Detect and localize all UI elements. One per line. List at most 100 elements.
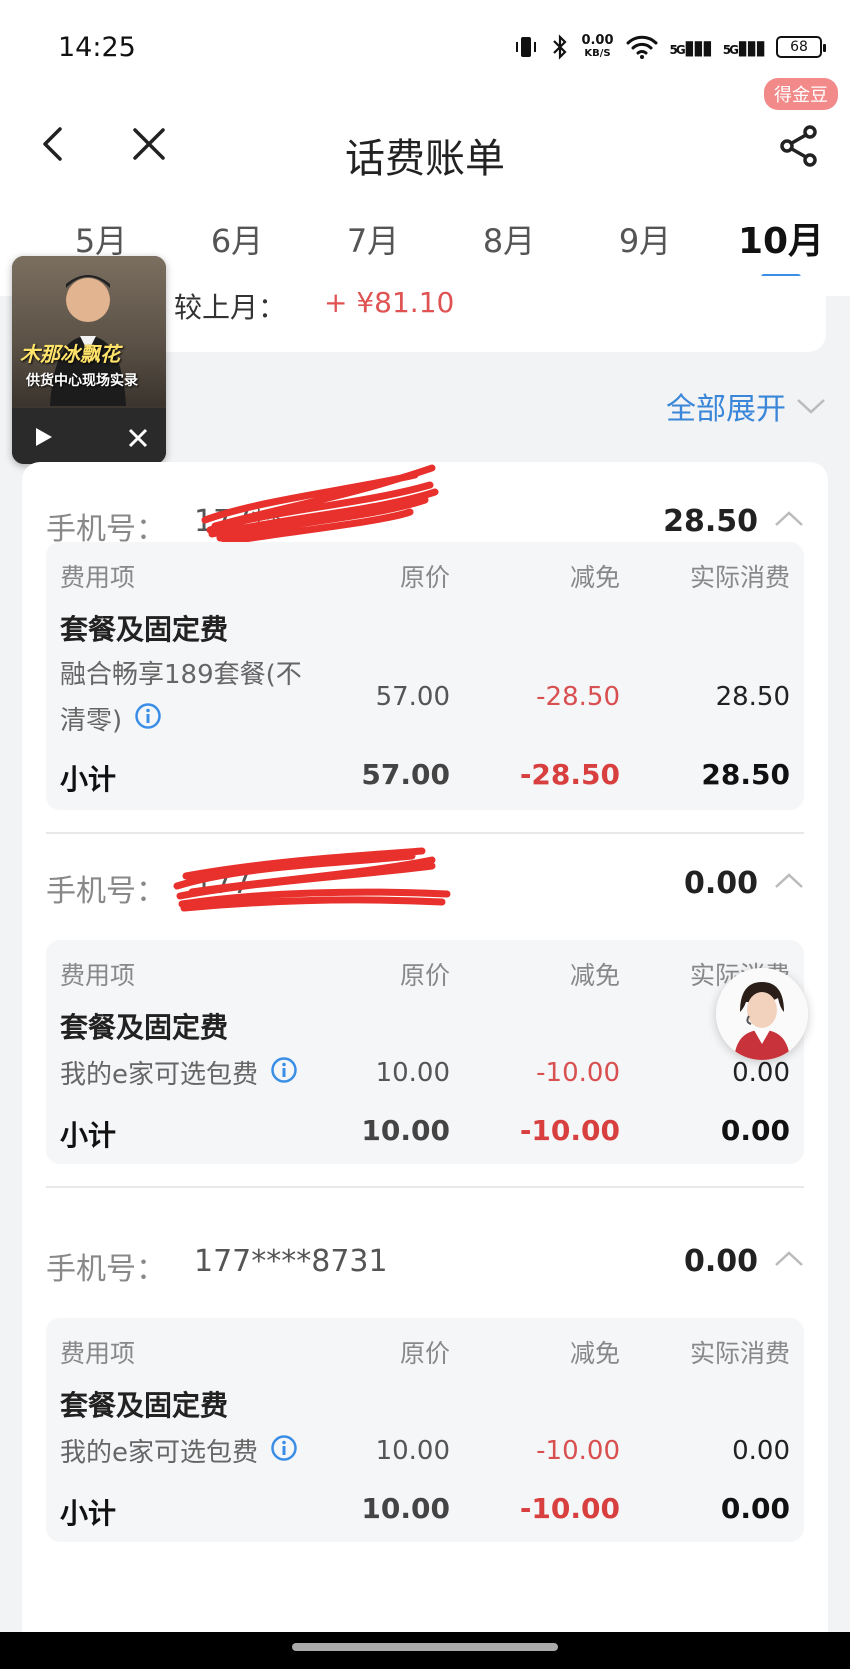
header-fee-item: 费用项 bbox=[60, 1339, 136, 1368]
customer-service-button[interactable] bbox=[716, 968, 808, 1060]
subtotal-discount: -28.50 bbox=[519, 758, 620, 791]
table-header-row: 费用项 原价 减免 实际消费 bbox=[60, 558, 790, 592]
header-discount: 减免 bbox=[569, 563, 620, 592]
subtotal-actual: 0.00 bbox=[720, 1114, 790, 1147]
phone-label: 手机号： bbox=[46, 874, 166, 909]
expand-all-label: 全部展开 bbox=[666, 392, 786, 427]
header-fee-item: 费用项 bbox=[60, 961, 136, 990]
video-caption-main: 木那冰飘花 bbox=[20, 342, 120, 366]
phone-total: 0.00 bbox=[683, 1244, 758, 1279]
subtotal-original: 10.00 bbox=[361, 1492, 450, 1525]
subtotal-discount: -10.00 bbox=[519, 1114, 620, 1147]
table-row: 融合畅享189套餐(不 清零) 57.00 -28.50 28.50 bbox=[60, 652, 790, 748]
bluetooth-icon bbox=[553, 34, 568, 60]
subtotal-original: 10.00 bbox=[361, 1114, 450, 1147]
header-discount: 减免 bbox=[569, 961, 620, 990]
phone-total: 0.00 bbox=[683, 866, 758, 901]
phone-label: 手机号： bbox=[46, 1252, 166, 1287]
fee-detail-table: 费用项 原价 减免 实际消费 套餐及固定费 我的e家可选包费 10.00 -10… bbox=[46, 940, 804, 1164]
info-icon[interactable] bbox=[270, 1431, 298, 1477]
fee-item-name: 我的e家可选包费 bbox=[60, 1052, 298, 1099]
header-original-price: 原价 bbox=[399, 961, 450, 990]
section-title: 套餐及固定费 bbox=[60, 1389, 229, 1422]
header-actual: 实际消费 bbox=[689, 1339, 790, 1368]
original-price: 10.00 bbox=[375, 1058, 450, 1088]
chevron-up-icon bbox=[775, 511, 803, 526]
subtotal-discount: -10.00 bbox=[519, 1492, 620, 1525]
divider bbox=[46, 1186, 804, 1188]
chevron-up-icon bbox=[775, 873, 803, 888]
tab-october[interactable]: 10月 bbox=[726, 212, 836, 264]
phone-total: 28.50 bbox=[663, 504, 758, 539]
status-bar: 14:25 0.00 KB/S 5G▮▮▮ 5G▮▮▮ 68 bbox=[0, 0, 850, 96]
share-icon bbox=[780, 125, 817, 167]
net-speed: 0.00 KB/S bbox=[581, 33, 614, 59]
signal-bars-icon: ▮▮▮ bbox=[736, 35, 766, 59]
subtotal-row: 小计 57.00 -28.50 28.50 bbox=[60, 758, 790, 798]
header-fee-item: 费用项 bbox=[60, 563, 136, 592]
original-price: 57.00 bbox=[375, 682, 450, 712]
actual-cost: 0.00 bbox=[732, 1058, 790, 1088]
chevron-up-icon bbox=[775, 1251, 803, 1266]
bill-card: 手机号： 177** 28.50 费用项 原价 减免 实际消费 套餐及固定费 融… bbox=[22, 462, 828, 1652]
fee-detail-table: 费用项 原价 减免 实际消费 套餐及固定费 融合畅享189套餐(不 清零) 57… bbox=[46, 542, 804, 810]
phone-number: 177****8731 bbox=[194, 1244, 388, 1279]
tab-august[interactable]: 8月 bbox=[454, 216, 564, 262]
vibrate-icon bbox=[516, 37, 537, 57]
share-button[interactable] bbox=[774, 118, 824, 174]
subtotal-label: 小计 bbox=[60, 1497, 117, 1530]
battery-icon: 68 bbox=[776, 36, 826, 58]
discount: -10.00 bbox=[536, 1058, 620, 1088]
tab-june[interactable]: 6月 bbox=[182, 216, 292, 262]
summary-value: + ¥81.10 bbox=[324, 286, 455, 319]
wifi-icon bbox=[626, 35, 658, 59]
status-time: 14:25 bbox=[58, 32, 136, 63]
subtotal-actual: 0.00 bbox=[720, 1492, 790, 1525]
table-row: 我的e家可选包费 10.00 -10.00 0.00 bbox=[60, 1052, 790, 1098]
floating-video[interactable]: 木那冰飘花 供货中心现场实录 bbox=[12, 256, 166, 464]
chevron-down-icon bbox=[797, 399, 825, 414]
home-indicator[interactable] bbox=[292, 1643, 558, 1651]
play-icon[interactable] bbox=[34, 426, 54, 448]
summary-label: 较上月： bbox=[174, 291, 287, 324]
subtotal-original: 57.00 bbox=[361, 758, 450, 791]
actual-cost: 0.00 bbox=[732, 1436, 790, 1466]
header-actual: 实际消费 bbox=[689, 563, 790, 592]
signal-bars-icon: ▮▮▮ bbox=[683, 35, 713, 59]
info-icon[interactable] bbox=[134, 699, 162, 745]
nav-bar: 话费账单 bbox=[0, 96, 850, 196]
status-icons: 0.00 KB/S 5G▮▮▮ 5G▮▮▮ 68 bbox=[513, 33, 826, 60]
gold-bean-badge[interactable]: 得金豆 bbox=[764, 78, 838, 110]
section-title: 套餐及固定费 bbox=[60, 1011, 229, 1044]
discount: -28.50 bbox=[536, 682, 620, 712]
subtotal-label: 小计 bbox=[60, 1119, 117, 1152]
agent-avatar bbox=[716, 968, 808, 1060]
subtotal-row: 小计 10.00 -10.00 0.00 bbox=[60, 1492, 790, 1532]
actual-cost: 28.50 bbox=[715, 682, 790, 712]
header-original-price: 原价 bbox=[399, 563, 450, 592]
fee-item-name: 我的e家可选包费 bbox=[60, 1430, 298, 1477]
redaction-scribble bbox=[201, 464, 439, 546]
tab-september[interactable]: 9月 bbox=[590, 216, 700, 262]
tab-july[interactable]: 7月 bbox=[318, 216, 428, 262]
header-discount: 减免 bbox=[569, 1339, 620, 1368]
original-price: 10.00 bbox=[375, 1436, 450, 1466]
expand-all-button[interactable]: 全部展开 bbox=[666, 384, 826, 428]
phone-row[interactable]: 手机号： 177****8731 0.00 bbox=[46, 1232, 804, 1292]
divider bbox=[46, 832, 804, 834]
subtotal-row: 小计 10.00 -10.00 0.00 bbox=[60, 1114, 790, 1154]
subtotal-actual: 28.50 bbox=[701, 758, 790, 791]
subtotal-label: 小计 bbox=[60, 763, 117, 796]
table-row: 我的e家可选包费 10.00 -10.00 0.00 bbox=[60, 1430, 790, 1476]
video-caption-sub: 供货中心现场实录 bbox=[26, 373, 138, 389]
unused bbox=[180, 470, 181, 471]
info-icon[interactable] bbox=[270, 1053, 298, 1099]
fee-detail-table: 费用项 原价 减免 实际消费 套餐及固定费 我的e家可选包费 10.00 -10… bbox=[46, 1318, 804, 1542]
fee-item-name: 融合畅享189套餐(不 清零) bbox=[60, 652, 302, 745]
table-header-row: 费用项 原价 减免 实际消费 bbox=[60, 1334, 790, 1368]
page-title: 话费账单 bbox=[345, 136, 505, 182]
signal-2: 5G▮▮▮ bbox=[722, 35, 766, 59]
section-title: 套餐及固定费 bbox=[60, 613, 229, 646]
close-icon[interactable] bbox=[128, 428, 148, 448]
table-header-row: 费用项 原价 减免 实际消费 bbox=[60, 956, 790, 990]
